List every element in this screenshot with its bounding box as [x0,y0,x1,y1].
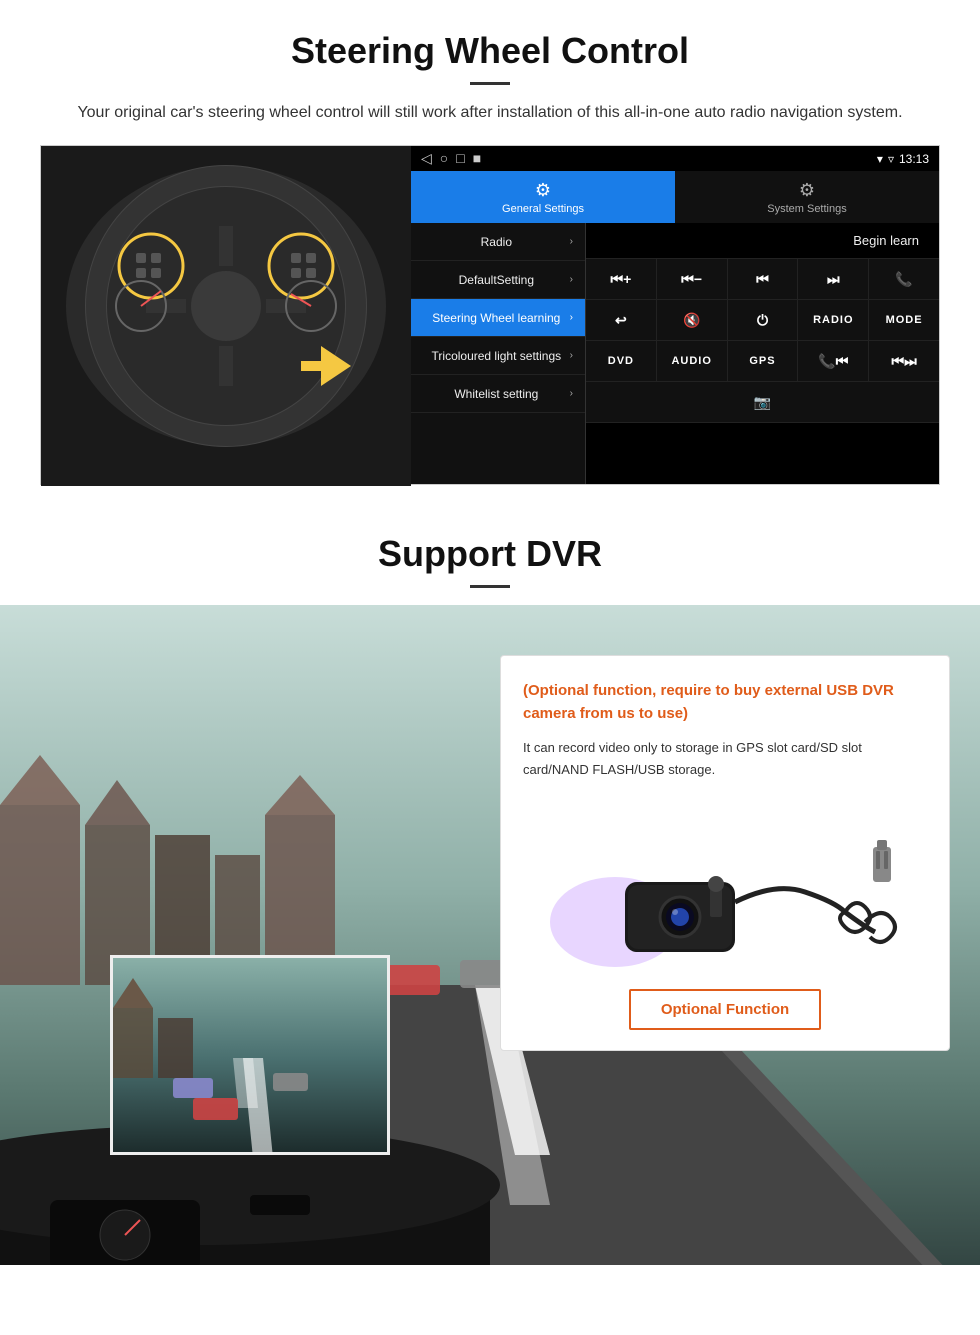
time-display: 13:13 [899,152,929,166]
btn-prev-next[interactable]: ⏮⏭ [869,341,939,381]
back-icon[interactable]: ◁ [421,150,432,167]
menu-list: Radio › DefaultSetting › Steering Wheel … [411,223,586,484]
btn-power[interactable]: ⏻ [728,300,799,340]
btn-vol-down[interactable]: ⏮− [657,259,728,299]
android-ui-panel: ◁ ○ □ ■ ▾ ▿ 13:13 ⚙ General Settings ⚙ S… [411,146,939,484]
btn-mute[interactable]: 🔇 [657,300,728,340]
home-icon[interactable]: ○ [440,150,448,167]
menu-area: Radio › DefaultSetting › Steering Wheel … [411,223,939,484]
system-settings-icon: ⚙ [799,180,815,201]
menu-item-radio-label: Radio [423,235,570,249]
nav-icons: ◁ ○ □ ■ [421,150,481,167]
optional-function-note: (Optional function, require to buy exter… [523,680,927,725]
thumbnail-svg [113,958,390,1155]
ctrl-row-3: DVD AUDIO GPS 📞⏮ ⏮⏭ [586,341,939,382]
tab-system-label: System Settings [767,203,846,215]
tab-general-label: General Settings [502,203,584,215]
tab-general[interactable]: ⚙ General Settings [411,171,675,223]
btn-mode[interactable]: MODE [869,300,939,340]
title-divider [470,82,510,85]
tabs-row: ⚙ General Settings ⚙ System Settings [411,171,939,223]
btn-prev[interactable]: ⏮ [728,259,799,299]
begin-learn-row: Begin learn [586,223,939,259]
section-steering-wheel: Steering Wheel Control Your original car… [0,0,980,505]
dvr-title: Support DVR [0,533,980,575]
dvr-title-area: Support DVR [0,505,980,620]
dvr-screenshot-thumbnail [110,955,390,1155]
control-buttons: ⏮+ ⏮− ⏮ ⏭ 📞 ↩ 🔇 ⏻ RADIO MODE [586,259,939,423]
arrow-icon: › [570,274,573,285]
menu-item-default[interactable]: DefaultSetting › [411,261,585,299]
menu-item-whitelist[interactable]: Whitelist setting › [411,375,585,413]
btn-audio[interactable]: AUDIO [657,341,728,381]
btn-phone-prev[interactable]: 📞⏮ [798,341,869,381]
dvr-title-divider [470,585,510,588]
dvr-device-image [523,797,927,977]
page-title: Steering Wheel Control [40,30,940,72]
steering-wheel-image [41,146,411,486]
btn-phone[interactable]: 📞 [869,259,939,299]
btn-gps[interactable]: GPS [728,341,799,381]
tab-system[interactable]: ⚙ System Settings [675,171,939,223]
menu-item-tricoloured-label: Tricoloured light settings [423,349,570,363]
control-area: Begin learn ⏮+ ⏮− ⏮ ⏭ 📞 ↩ [586,223,939,484]
menu-item-default-label: DefaultSetting [423,273,570,287]
btn-camera[interactable]: 📷 [586,382,939,422]
menu-item-tricoloured[interactable]: Tricoloured light settings › [411,337,585,375]
dvr-description: It can record video only to storage in G… [523,737,927,781]
general-settings-icon: ⚙ [535,180,551,201]
ctrl-row-2: ↩ 🔇 ⏻ RADIO MODE [586,300,939,341]
ctrl-row-1: ⏮+ ⏮− ⏮ ⏭ 📞 [586,259,939,300]
wifi-icon: ▿ [888,152,894,166]
menu-item-steering-label: Steering Wheel learning [423,311,570,325]
arrow-icon: › [570,350,573,361]
dvr-device-svg [535,802,915,972]
dvr-info-card: (Optional function, require to buy exter… [500,655,950,1051]
arrow-icon: › [570,388,573,399]
arrow-icon: › [570,312,573,323]
btn-dvd[interactable]: DVD [586,341,657,381]
signal-icon: ▾ [877,152,883,166]
menu-item-whitelist-label: Whitelist setting [423,387,570,401]
btn-back[interactable]: ↩ [586,300,657,340]
subtitle-text: Your original car's steering wheel contr… [70,101,910,125]
status-bar: ◁ ○ □ ■ ▾ ▿ 13:13 [411,146,939,171]
recents-icon[interactable]: □ [456,150,464,167]
menu-item-radio[interactable]: Radio › [411,223,585,261]
steering-wheel-placeholder [41,146,411,486]
begin-learn-button[interactable]: Begin learn [843,229,929,252]
btn-vol-up[interactable]: ⏮+ [586,259,657,299]
optional-function-button[interactable]: Optional Function [629,989,821,1030]
menu-item-steering[interactable]: Steering Wheel learning › [411,299,585,337]
steering-wheel-svg [41,146,411,486]
section-dvr: Support DVR [0,505,980,1265]
btn-radio[interactable]: RADIO [798,300,869,340]
menu-icon[interactable]: ■ [473,150,481,167]
btn-next[interactable]: ⏭ [798,259,869,299]
ctrl-row-4: 📷 [586,382,939,423]
ui-panel: ◁ ○ □ ■ ▾ ▿ 13:13 ⚙ General Settings ⚙ S… [40,145,940,485]
arrow-icon: › [570,236,573,247]
